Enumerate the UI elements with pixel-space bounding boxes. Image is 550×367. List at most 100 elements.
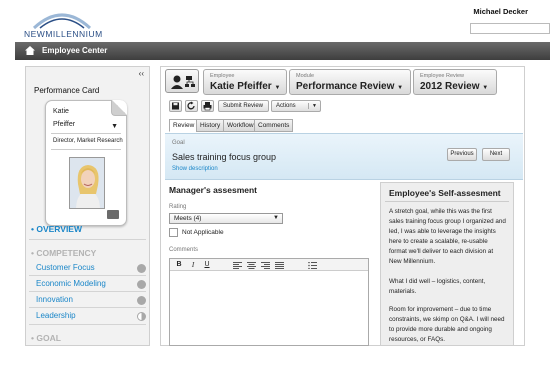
self-assessment-paragraph: What I did well – logistics, content, ma… [389, 278, 486, 295]
divider [29, 275, 146, 276]
self-assessment-panel: Employee's Self-assesment A stretch goal… [380, 182, 514, 346]
self-assessment-title: Employee's Self-assesment [389, 188, 501, 198]
review-label: Employee Review [420, 73, 465, 79]
top-bar: NewMillennium Michael Decker [0, 0, 550, 42]
chevron-down-icon: ▼ [482, 85, 489, 91]
search-input[interactable] [470, 23, 550, 34]
tab-comments[interactable]: Comments [254, 119, 294, 132]
align-right-icon[interactable] [261, 262, 270, 269]
refresh-icon [187, 101, 195, 110]
previous-button[interactable]: Previous [447, 148, 477, 161]
chevron-down-icon: ▼ [397, 85, 404, 91]
review-dropdown[interactable]: Employee Review 2012 Review ▼ [413, 69, 497, 95]
bold-button[interactable]: B [174, 261, 184, 269]
rating-value: Meets (4) [174, 215, 202, 222]
employee-name: Katie Pfeiffer [210, 81, 272, 92]
print-button[interactable] [201, 100, 214, 112]
nav-section-label: GOAL [36, 333, 61, 343]
goal-label: Goal [172, 140, 185, 146]
divider [29, 291, 146, 292]
module-value: Performance Review ▼ [296, 81, 403, 92]
refresh-button[interactable] [185, 100, 198, 112]
employee-value: Katie Pfeiffer ▼ [210, 81, 280, 92]
card-last-name: Pfeiffer [53, 121, 76, 128]
card-first-name: Katie [53, 108, 69, 115]
chevron-down-icon: ▼ [274, 85, 281, 91]
status-full-icon [137, 264, 146, 273]
app-header: Employee Center [15, 42, 550, 60]
collapse-sidebar-icon[interactable]: ‹‹ [139, 69, 144, 78]
org-chart-icon [171, 75, 195, 89]
sidebar-item-leadership[interactable]: Leadership [36, 311, 76, 320]
status-full-icon [137, 296, 146, 305]
status-half-icon [137, 312, 146, 321]
align-left-icon[interactable] [233, 262, 242, 269]
self-assessment-paragraph: Room for improvement – due to time const… [389, 306, 505, 343]
card-fold-corner [111, 100, 127, 116]
comments-editor[interactable]: B I U [169, 258, 369, 346]
nav-section-label: COMPETENCY [36, 248, 97, 258]
sidebar-item-economic-modeling[interactable]: Economic Modeling [36, 279, 106, 288]
italic-button[interactable]: I [188, 261, 198, 269]
home-icon[interactable] [25, 46, 35, 55]
card-dropdown-icon[interactable]: ▼ [111, 123, 118, 130]
logo-swoosh-icon [32, 13, 92, 30]
comments-label: Comments [169, 247, 199, 253]
sidebar: ‹‹ Performance Card Katie Pfeiffer ▼ Dir… [25, 66, 150, 346]
module-name: Performance Review [296, 81, 395, 92]
review-name: 2012 Review [420, 81, 480, 92]
performance-card-title: Performance Card [34, 86, 100, 95]
sidebar-item-innovation[interactable]: Innovation [36, 295, 73, 304]
card-role: Director, Market Research [53, 138, 123, 144]
divider [385, 201, 509, 202]
bullet-list-icon[interactable] [308, 262, 317, 269]
employee-photo [69, 157, 105, 209]
nav-section-competency[interactable]: • COMPETENCY [31, 248, 96, 258]
user-name[interactable]: Michael Decker [473, 7, 528, 16]
nav-section-goal[interactable]: • GOAL [31, 333, 61, 343]
not-applicable-label: Not Applicable [182, 229, 224, 236]
save-icon [172, 102, 179, 110]
logo[interactable]: NewMillennium [24, 8, 102, 39]
sidebar-item-customer-focus[interactable]: Customer Focus [36, 263, 95, 272]
employee-card: Katie Pfeiffer ▼ Director, Market Resear… [45, 100, 127, 226]
goal-panel: Goal Sales training focus group Show des… [165, 133, 523, 180]
divider [29, 239, 146, 240]
goal-title: Sales training focus group [172, 152, 277, 162]
module-label: Module [296, 73, 315, 79]
card-id-icon [107, 210, 119, 219]
tab-history[interactable]: History [196, 119, 225, 132]
actions-dropdown[interactable]: Actions ▼ [271, 100, 321, 112]
nav-overview[interactable]: • OVERVIEW [31, 224, 82, 234]
employee-selector-button[interactable] [165, 69, 199, 93]
rating-select[interactable]: Meets (4) ▼ [169, 213, 283, 224]
divider [29, 307, 146, 308]
align-justify-icon[interactable] [275, 262, 284, 269]
tab-review[interactable]: Review [169, 119, 199, 132]
show-description-link[interactable]: Show description [172, 166, 218, 172]
chevron-down-icon: ▼ [273, 215, 279, 221]
align-center-icon[interactable] [247, 262, 256, 269]
divider [29, 324, 146, 325]
employee-label: Employee [210, 73, 235, 79]
not-applicable-checkbox[interactable] [169, 228, 178, 237]
print-icon [203, 102, 212, 111]
module-dropdown[interactable]: Module Performance Review ▼ [289, 69, 411, 95]
review-value: 2012 Review ▼ [420, 81, 488, 92]
rating-label: Rating [169, 204, 187, 210]
underline-button[interactable]: U [202, 261, 212, 269]
logo-text: NewMillennium [24, 29, 103, 39]
divider [51, 149, 121, 150]
divider [51, 133, 121, 134]
main-panel: Employee Katie Pfeiffer ▼ Module Perform… [160, 66, 525, 346]
next-button[interactable]: Next [482, 148, 510, 161]
submit-review-button[interactable]: Submit Review [218, 100, 269, 112]
manager-assessment-title: Manager's assesment [169, 185, 258, 195]
nav-overview-label: OVERVIEW [36, 224, 83, 234]
self-assessment-paragraph: A stretch goal, while this was the first… [389, 208, 506, 265]
chevron-down-icon: ▼ [308, 103, 317, 109]
employee-dropdown[interactable]: Employee Katie Pfeiffer ▼ [203, 69, 287, 95]
save-button[interactable] [169, 100, 182, 112]
tab-workflow[interactable]: Workflow [223, 119, 258, 132]
status-full-icon [137, 280, 146, 289]
